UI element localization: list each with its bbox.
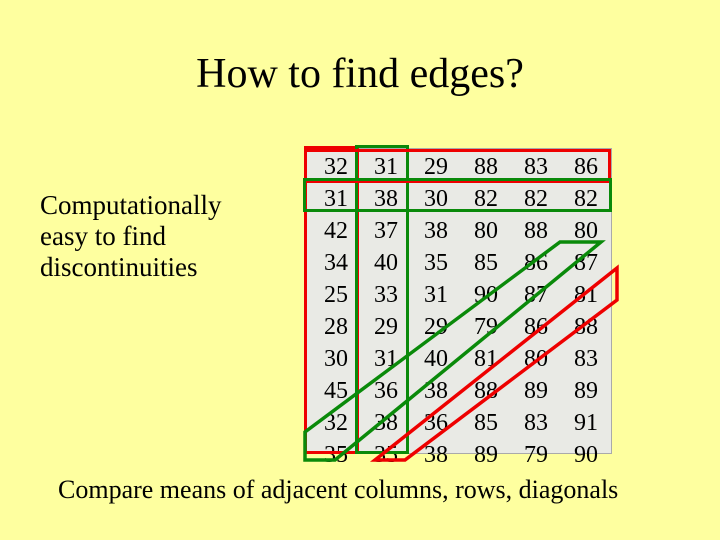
diagonal-overlay (305, 148, 610, 452)
slide-title: How to find edges? (0, 50, 720, 98)
red-diagonal-box (375, 268, 617, 460)
footer-text: Compare means of adjacent columns, rows,… (58, 475, 618, 505)
green-diagonal-box (305, 242, 601, 460)
subtitle-text: Computationally easy to find discontinui… (40, 190, 270, 283)
